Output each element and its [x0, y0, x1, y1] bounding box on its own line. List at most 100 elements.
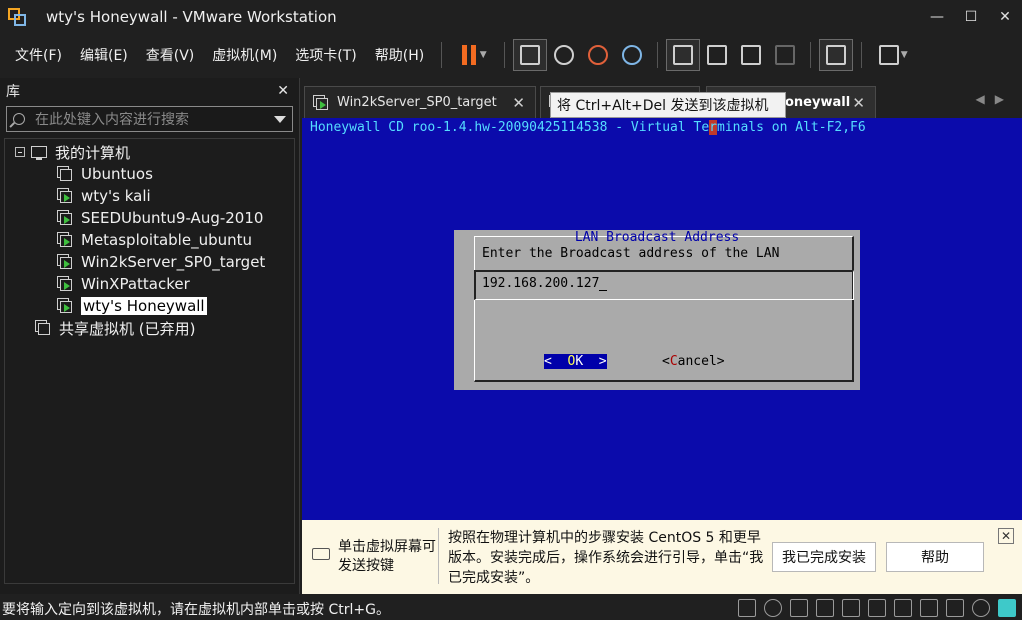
- chevron-down-icon[interactable]: ▼: [480, 50, 487, 60]
- library-icon: [673, 45, 694, 65]
- snapshot-manager-icon: [622, 45, 643, 65]
- vm-running-icon: [57, 210, 73, 226]
- vm-running-icon: [57, 276, 73, 292]
- hard-disk-icon[interactable]: [738, 599, 756, 617]
- tab-win2kserver[interactable]: Win2kServer_SP0_target ✕: [304, 86, 536, 118]
- stretch-button[interactable]: ▼: [870, 39, 916, 71]
- vm-running-icon: [57, 298, 73, 314]
- vm-running-icon: [57, 188, 73, 204]
- chevron-down-icon[interactable]: [274, 115, 286, 123]
- dialog-title: LAN Broadcast Address: [574, 230, 740, 245]
- text-cursor: [599, 290, 608, 291]
- snapshot-manager-button[interactable]: [615, 39, 649, 71]
- network-adapter-icon[interactable]: [790, 599, 808, 617]
- snapshot-icon: [554, 45, 575, 65]
- status-text: 要将输入定向到该虚拟机，请在虚拟机内部单击或按 Ctrl+G。: [2, 601, 390, 618]
- menu-tabs[interactable]: 选项卡(T): [286, 45, 365, 65]
- library-search-input[interactable]: 在此处键入内容进行搜索: [6, 106, 293, 132]
- tree-item-vm[interactable]: SEEDUbuntu9-Aug-2010: [57, 207, 263, 229]
- install-done-button[interactable]: 我已完成安装: [772, 542, 876, 572]
- thumbnail-icon: [707, 45, 728, 65]
- install-hint-banner: 单击虚拟屏幕可发送按键 按照在物理计算机中的步骤安装 CentOS 5 和更早版…: [302, 520, 1022, 594]
- close-icon[interactable]: ✕: [998, 528, 1014, 544]
- banner-message: 按照在物理计算机中的步骤安装 CentOS 5 和更早版本。安装完成后，操作系统…: [448, 530, 764, 586]
- console-view-button[interactable]: [819, 39, 854, 71]
- revert-snapshot-button[interactable]: [581, 39, 615, 71]
- banner-divider: [438, 528, 439, 584]
- minimize-icon[interactable]: —: [920, 0, 954, 34]
- help-button[interactable]: 帮助: [886, 542, 984, 572]
- collapse-icon[interactable]: [15, 147, 25, 157]
- close-icon[interactable]: ✕: [512, 94, 525, 112]
- revert-icon: [588, 45, 609, 65]
- title-bar: wty's Honeywall - VMware Workstation — ☐…: [0, 0, 1022, 34]
- sound-icon[interactable]: [920, 599, 938, 617]
- menu-help[interactable]: 帮助(H): [366, 45, 433, 65]
- thumbnail-bar-button[interactable]: [700, 39, 734, 71]
- vm-running-icon: [57, 254, 73, 270]
- keyboard-icon: [312, 548, 330, 560]
- tree-item-my-computer[interactable]: 我的计算机: [15, 141, 130, 163]
- shared-vm-icon: [35, 320, 51, 336]
- search-placeholder: 在此处键入内容进行搜索: [35, 112, 189, 128]
- unity-icon: [775, 45, 796, 65]
- tab-label: Win2kServer_SP0_target: [337, 95, 497, 110]
- tree-item-vm[interactable]: Win2kServer_SP0_target: [57, 251, 265, 273]
- vmware-logo-icon: [6, 6, 28, 28]
- pause-button[interactable]: ▼: [450, 39, 496, 71]
- network-adapter-2-icon[interactable]: [816, 599, 834, 617]
- printer-icon[interactable]: [894, 599, 912, 617]
- vm-tree: 我的计算机 Ubuntuos wty's kali SEEDUbuntu9-Au…: [4, 138, 295, 584]
- floppy-icon[interactable]: [972, 599, 990, 617]
- menu-vm[interactable]: 虚拟机(M): [203, 45, 286, 65]
- send-keys-icon: [520, 45, 541, 65]
- tree-item-vm[interactable]: Ubuntuos: [57, 163, 153, 185]
- unity-button[interactable]: [768, 39, 802, 71]
- terminal-icon: [826, 45, 847, 65]
- window-title: wty's Honeywall - VMware Workstation: [46, 8, 337, 26]
- vm-icon: [57, 166, 73, 182]
- menu-edit[interactable]: 编辑(E): [71, 45, 137, 65]
- search-icon: [13, 113, 25, 125]
- broadcast-address-input[interactable]: 192.168.200.127: [474, 270, 854, 300]
- toolbar-divider: [441, 42, 443, 68]
- close-icon[interactable]: ✕: [988, 0, 1022, 34]
- tree-item-vm-selected[interactable]: wty's Honeywall: [57, 295, 207, 317]
- cancel-button[interactable]: <Cancel>: [662, 354, 725, 369]
- display-icon[interactable]: [946, 599, 964, 617]
- usb-icon[interactable]: [868, 599, 886, 617]
- tree-item-vm[interactable]: wty's kali: [57, 185, 151, 207]
- computer-icon: [31, 146, 47, 160]
- tab-scroll-arrows[interactable]: ◀▶: [976, 92, 1014, 106]
- tree-item-vm[interactable]: WinXPattacker: [57, 273, 190, 295]
- menu-file[interactable]: 文件(F): [6, 45, 71, 65]
- banner-click-hint: 单击虚拟屏幕可发送按键: [338, 539, 436, 574]
- vm-running-icon: [57, 232, 73, 248]
- send-ctrl-alt-del-button[interactable]: [513, 39, 548, 71]
- input-value: 192.168.200.127: [482, 276, 600, 291]
- message-log-icon[interactable]: [998, 599, 1016, 617]
- ok-button[interactable]: < OK >: [544, 354, 607, 369]
- library-close-icon[interactable]: ✕: [277, 83, 289, 99]
- pause-icon: [460, 45, 478, 65]
- toolbar-divider: [657, 42, 659, 68]
- snapshot-button[interactable]: [547, 39, 581, 71]
- fullscreen-icon: [741, 45, 762, 65]
- menu-toolbar: 文件(F) 编辑(E) 查看(V) 虚拟机(M) 选项卡(T) 帮助(H) ▼ …: [0, 34, 1022, 76]
- vm-console[interactable]: Honeywall CD roo-1.4.hw-20090425114538 -…: [302, 118, 1022, 520]
- tree-item-vm[interactable]: Metasploitable_ubuntu: [57, 229, 252, 251]
- vm-running-icon: [313, 94, 329, 111]
- show-library-button[interactable]: [666, 39, 701, 71]
- full-screen-button[interactable]: [734, 39, 768, 71]
- cd-rom-icon[interactable]: [764, 599, 782, 617]
- close-icon[interactable]: ✕: [852, 94, 865, 112]
- chevron-down-icon[interactable]: ▼: [901, 50, 908, 60]
- tab-label: oneywall: [785, 95, 851, 110]
- maximize-icon[interactable]: ☐: [954, 0, 988, 34]
- dialog-prompt: Enter the Broadcast address of the LAN: [482, 246, 780, 261]
- tree-item-shared-vms[interactable]: 共享虚拟机 (已弃用): [35, 317, 195, 339]
- stretch-icon: [878, 45, 899, 65]
- menu-view[interactable]: 查看(V): [137, 45, 204, 65]
- library-panel: 库 ✕ 在此处键入内容进行搜索 我的计算机 Ubuntuos wty's kal…: [0, 78, 300, 594]
- network-adapter-3-icon[interactable]: [842, 599, 860, 617]
